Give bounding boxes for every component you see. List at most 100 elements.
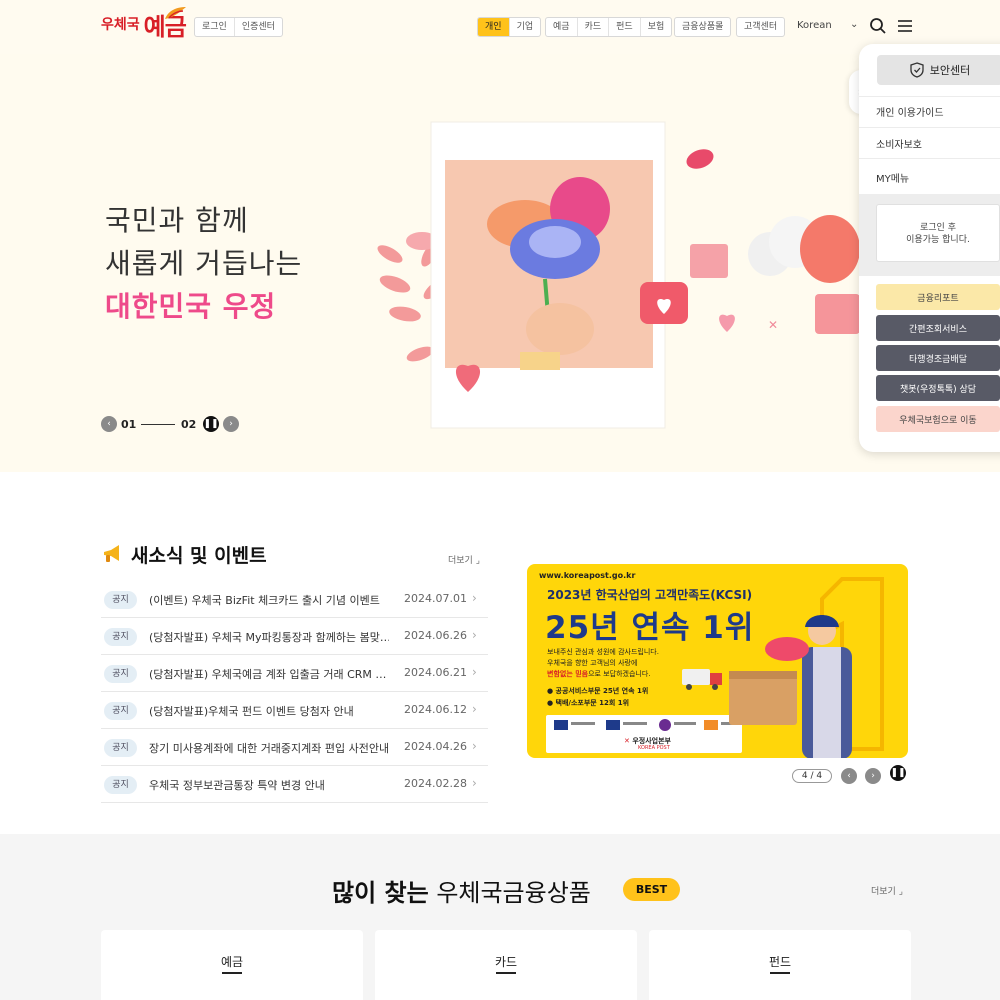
banner-headline: 2023년 한국산업의 고객만족도(KCSI) xyxy=(547,588,753,602)
news-title[interactable]: 우체국 정부보관금통장 특약 변경 안내 xyxy=(149,777,389,793)
hero-line-2: 새롭게 거듭나는 xyxy=(105,247,303,280)
best-badge: BEST xyxy=(623,878,680,901)
card-underline xyxy=(222,972,242,974)
hero-next-button[interactable]: › xyxy=(223,416,239,432)
site-header: 우체국 예금 로그인 인증센터 개인 기업 예금 카드 펀드 보험 금융상품몰 … xyxy=(0,0,1000,54)
chevron-right-icon: › xyxy=(472,776,477,790)
hero-copy: 국민과 함께 새롭게 거듭나는 대한민국 우정 xyxy=(105,199,302,328)
notice-badge: 공지 xyxy=(104,776,137,794)
best-more-label: 더보기 xyxy=(871,887,896,897)
list-item[interactable]: 공지 (당첨자발표) 우체국예금 계좌 입출금 거래 CRM … 2024.06… xyxy=(101,655,488,692)
login-notice-line-1: 로그인 후 xyxy=(920,223,956,233)
nav-deposit[interactable]: 예금 xyxy=(546,18,578,36)
customer-center-button[interactable]: 고객센터 xyxy=(737,18,784,36)
hero-illustration: ✕ xyxy=(377,121,860,429)
shield-icon xyxy=(910,62,924,78)
news-date: 2024.07.01 xyxy=(404,592,467,605)
login-notice-line-2: 이용가능 합니다. xyxy=(906,235,970,245)
hamburger-menu-icon[interactable] xyxy=(896,17,914,35)
banner-emphasis: 변함없는 믿음 xyxy=(547,670,589,678)
chatbot-button[interactable]: 챗봇(우정톡톡) 상담 xyxy=(876,375,1000,401)
list-item[interactable]: 공지 (이벤트) 우체국 BizFit 체크카드 출시 기념 이벤트 2024.… xyxy=(101,581,488,618)
news-title[interactable]: (당첨자발표) 우체국 My파킹통장과 함께하는 봄맞… xyxy=(149,629,389,645)
news-date: 2024.06.21 xyxy=(404,666,467,679)
best-section-title: 많이 찾는 우체국금융상품 xyxy=(332,873,591,908)
best-title-rest: 우체국금융상품 xyxy=(428,879,591,907)
product-card-deposit[interactable]: 예금 xyxy=(101,930,363,1000)
product-card-label: 펀드 xyxy=(768,955,792,969)
menu-my-menu-label: MY메뉴 xyxy=(876,174,910,185)
news-more-label: 더보기 xyxy=(448,556,473,566)
login-button[interactable]: 로그인 xyxy=(195,18,235,36)
segment-toggle: 개인 기업 xyxy=(477,17,542,37)
hero-line-3: 대한민국 우정 xyxy=(105,290,277,323)
product-card-label: 카드 xyxy=(494,955,518,969)
congratulatory-delivery-button[interactable]: 타행경조금배달 xyxy=(876,345,1000,371)
tab-personal[interactable]: 개인 xyxy=(478,18,510,36)
logo-small-text: 우체국 xyxy=(101,17,140,33)
financial-mall-button[interactable]: 금융상품몰 xyxy=(675,18,730,36)
hero-slide-total: 02 xyxy=(181,418,197,431)
news-more-link[interactable]: 더보기 ⌟ xyxy=(448,553,480,566)
banner-body-line-3: 변함없는 믿음으로 보답하겠습니다. xyxy=(547,669,651,679)
news-date: 2024.06.12 xyxy=(404,703,467,716)
event-banner[interactable]: www.koreapost.go.kr 2023년 한국산업의 고객만족도(KC… xyxy=(527,564,908,758)
financial-report-button[interactable]: 금융리포트 xyxy=(876,284,1000,310)
best-more-link[interactable]: 더보기 ⌟ xyxy=(871,884,903,897)
list-item[interactable]: 공지 (당첨자발표)우체국 펀드 이벤트 당첨자 안내 2024.06.12 › xyxy=(101,692,488,729)
notice-badge: 공지 xyxy=(104,665,137,683)
certificate-center-button[interactable]: 인증센터 xyxy=(235,18,282,36)
list-item[interactable]: 공지 (당첨자발표) 우체국 My파킹통장과 함께하는 봄맞… 2024.06.… xyxy=(101,618,488,655)
chevron-right-icon: › xyxy=(472,591,477,605)
news-title[interactable]: (이벤트) 우체국 BizFit 체크카드 출시 기념 이벤트 xyxy=(149,592,389,608)
banner-prev-button[interactable]: ‹ xyxy=(841,768,857,784)
banner-body-line-2: 우체국을 향한 고객님의 사랑에 xyxy=(547,659,638,667)
search-icon[interactable] xyxy=(869,17,887,35)
menu-my-menu[interactable]: MY메뉴 xyxy=(876,170,1000,185)
menu-consumer-protection[interactable]: 소비자보호 › xyxy=(876,136,1000,151)
banner-url: www.koreapost.go.kr xyxy=(539,571,636,580)
logo-leaf-icon xyxy=(165,7,186,19)
site-logo[interactable]: 우체국 예금 xyxy=(101,6,187,42)
list-item[interactable]: 공지 우체국 정부보관금통장 특약 변경 안내 2024.02.28 › xyxy=(101,766,488,803)
hero-progress-line xyxy=(141,424,175,425)
svg-text:✕: ✕ xyxy=(768,318,778,332)
quick-inquiry-button[interactable]: 간편조회서비스 xyxy=(876,315,1000,341)
megaphone-icon xyxy=(104,545,119,562)
banner-next-button[interactable]: › xyxy=(865,768,881,784)
nav-card[interactable]: 카드 xyxy=(578,18,610,36)
product-card-card[interactable]: 카드 xyxy=(375,930,637,1000)
card-underline xyxy=(770,972,790,974)
hero-pause-button[interactable]: ❚❚ xyxy=(203,416,219,432)
banner-body-line-3-rest: 으로 보답하겠습니다. xyxy=(588,670,651,678)
chevron-down-icon[interactable]: ⌄ xyxy=(850,19,858,30)
login-notice-box: 로그인 후 이용가능 합니다. xyxy=(876,204,1000,262)
tab-business[interactable]: 기업 xyxy=(510,18,541,36)
best-title-bold: 많이 찾는 xyxy=(332,879,429,907)
language-select[interactable]: Korean xyxy=(797,20,832,31)
banner-pause-button[interactable]: ❚❚ xyxy=(890,765,906,781)
hero-slide-current: 01 xyxy=(121,418,137,431)
divider xyxy=(859,158,1000,159)
product-card-fund[interactable]: 펀드 xyxy=(649,930,911,1000)
menu-user-guide[interactable]: 개인 이용가이드 › xyxy=(876,104,1000,119)
news-title[interactable]: (당첨자발표) 우체국예금 계좌 입출금 거래 CRM … xyxy=(149,666,389,682)
auth-button-group: 로그인 인증센터 xyxy=(194,17,283,37)
security-center-button[interactable]: 보안센터 xyxy=(877,55,1000,85)
news-section-title: 새소식 및 이벤트 xyxy=(131,545,267,567)
list-item[interactable]: 공지 장기 미사용계좌에 대한 거래중지계좌 편입 사전안내 2024.04.2… xyxy=(101,729,488,766)
insurance-link-button[interactable]: 우체국보험으로 이동 xyxy=(876,406,1000,432)
chevron-right-icon: › xyxy=(472,739,477,753)
hero-prev-button[interactable]: ‹ xyxy=(101,416,117,432)
product-nav: 예금 카드 펀드 보험 xyxy=(545,17,673,37)
chevron-right-icon: › xyxy=(472,702,477,716)
korea-post-logo-icon: ✕ xyxy=(624,737,630,745)
notice-badge: 공지 xyxy=(104,739,137,757)
news-date: 2024.06.26 xyxy=(404,629,467,642)
news-title[interactable]: (당첨자발표)우체국 펀드 이벤트 당첨자 안내 xyxy=(149,703,389,719)
nav-insurance[interactable]: 보험 xyxy=(641,18,672,36)
nav-fund[interactable]: 펀드 xyxy=(609,18,641,36)
banner-bullet-2: ● 택배/소포부문 12회 1위 xyxy=(547,699,630,707)
banner-org-en: KOREA POST xyxy=(638,745,670,751)
news-title[interactable]: 장기 미사용계좌에 대한 거래중지계좌 편입 사전안내 xyxy=(149,740,389,756)
